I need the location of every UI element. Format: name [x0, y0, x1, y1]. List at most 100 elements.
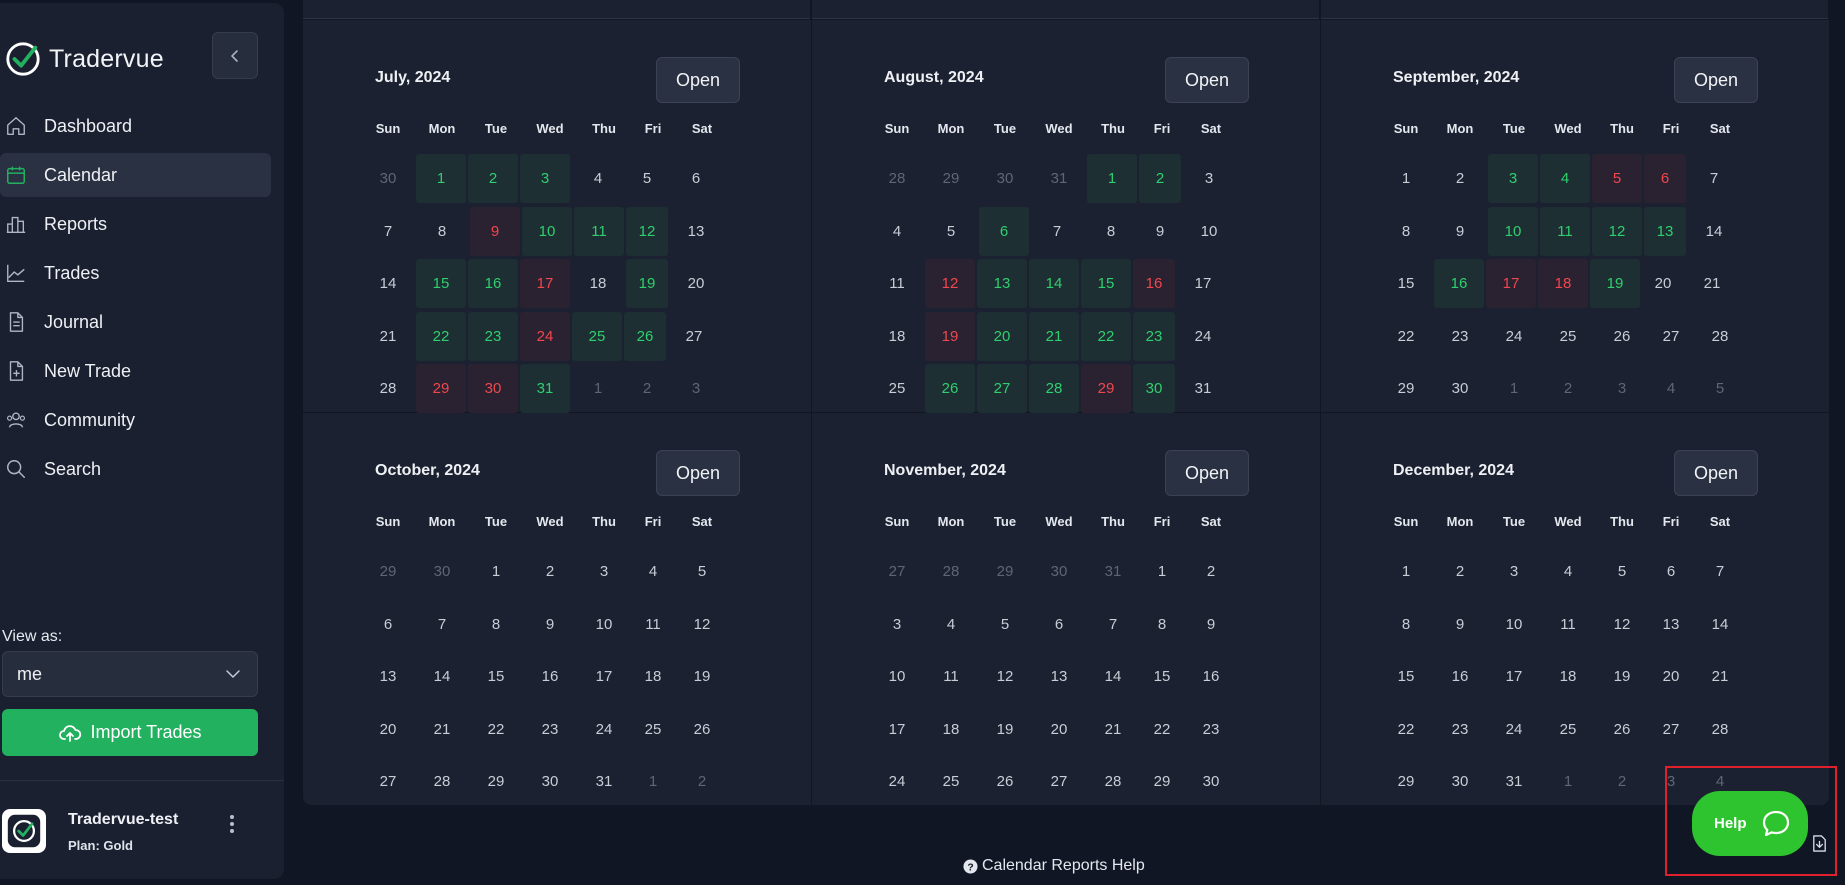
- day-cell-profit[interactable]: 20: [977, 311, 1027, 361]
- day-cell-profit[interactable]: 21: [1029, 311, 1079, 361]
- day-cell-profit[interactable]: 22: [416, 311, 466, 361]
- sidebar-item-trades[interactable]: Trades: [0, 251, 271, 295]
- top-strip: [303, 0, 1845, 19]
- day-cell-profit[interactable]: 13: [977, 259, 1027, 308]
- download-document-icon[interactable]: [1810, 834, 1829, 853]
- day-cell: 14: [1711, 615, 1729, 633]
- user-menu-icon[interactable]: [222, 813, 242, 835]
- sidebar-item-calendar[interactable]: Calendar: [0, 153, 271, 197]
- day-cell-loss[interactable]: 18: [1538, 259, 1588, 308]
- collapse-sidebar-button[interactable]: [212, 32, 258, 79]
- day-cell-loss[interactable]: 9: [470, 206, 520, 256]
- day-cell-loss[interactable]: 16: [1133, 259, 1175, 308]
- day-cell-profit[interactable]: 23: [468, 311, 518, 361]
- day-cell-loss[interactable]: 5: [1592, 154, 1642, 203]
- open-month-button[interactable]: Open: [1165, 57, 1249, 103]
- day-cell-profit[interactable]: 16: [468, 259, 518, 308]
- day-cell-profit[interactable]: 23: [1133, 311, 1175, 361]
- day-cell-loss[interactable]: 30: [468, 364, 518, 413]
- import-trades-button[interactable]: Import Trades: [2, 709, 258, 756]
- sidebar-item-search[interactable]: Search: [0, 447, 271, 491]
- day-cell-profit[interactable]: 12: [626, 206, 668, 256]
- day-cell-loss[interactable]: 12: [925, 259, 975, 308]
- sidebar-item-reports[interactable]: Reports: [0, 202, 271, 246]
- day-cell: 21: [379, 327, 397, 345]
- avatar[interactable]: [2, 809, 46, 853]
- day-cell: 21: [1104, 720, 1122, 738]
- day-cell: 5: [1617, 563, 1627, 580]
- weekday-label: Sat: [691, 121, 713, 136]
- day-cell-profit[interactable]: 14: [1029, 259, 1079, 308]
- day-cell-profit[interactable]: 31: [520, 364, 570, 413]
- day-cell-profit[interactable]: 1: [1087, 154, 1137, 203]
- open-month-button[interactable]: Open: [1674, 450, 1758, 496]
- day-cell-profit[interactable]: 25: [572, 311, 622, 361]
- day-cell-profit[interactable]: 6: [979, 206, 1029, 256]
- day-cell-profit[interactable]: 15: [1081, 259, 1131, 308]
- sidebar-item-dashboard[interactable]: Dashboard: [0, 104, 271, 148]
- day-cell: 21: [1703, 275, 1721, 292]
- day-cell-loss[interactable]: 17: [520, 259, 570, 308]
- day-cell-profit[interactable]: 11: [1540, 206, 1590, 256]
- day-cell-profit[interactable]: 19: [626, 259, 668, 308]
- day-cell-profit[interactable]: 27: [977, 364, 1027, 413]
- day-cell-loss[interactable]: 24: [520, 311, 570, 361]
- day-cell: 3: [1617, 380, 1627, 397]
- day-cell: 18: [1559, 668, 1577, 685]
- day-cell: 25: [644, 720, 662, 738]
- day-cell-profit[interactable]: 28: [1029, 364, 1079, 413]
- day-cell-profit[interactable]: 2: [1139, 154, 1181, 203]
- day-cell: 28: [1104, 773, 1122, 790]
- calendar-reports-help-link[interactable]: ? Calendar Reports Help: [963, 857, 1145, 875]
- month-grid: 29 30 1 2 3 4 5 6 7 8 9 10 11 12 13 14 15 16 17 18 19 20 21 22 2…: [361, 547, 729, 810]
- day-cell-profit[interactable]: 16: [1434, 259, 1484, 308]
- day-cell-profit[interactable]: 15: [416, 259, 466, 308]
- sidebar-item-journal[interactable]: Journal: [0, 300, 271, 344]
- day-cell-profit[interactable]: 12: [1592, 206, 1642, 256]
- weekday-label: Sun: [375, 121, 401, 136]
- day-cell-profit[interactable]: 4: [1540, 154, 1590, 203]
- view-as-select[interactable]: me: [2, 651, 258, 697]
- day-cell-profit[interactable]: 11: [574, 206, 624, 256]
- day-cell-loss[interactable]: 29: [1081, 364, 1131, 413]
- day-cell: 27: [1662, 720, 1680, 738]
- day-cell: 29: [487, 773, 505, 790]
- day-cell-profit[interactable]: 22: [1081, 311, 1131, 361]
- sidebar-item-community[interactable]: Community: [0, 398, 271, 442]
- day-cell-profit[interactable]: 10: [1488, 206, 1538, 256]
- week-row: 18 19 20 21 22 23 24: [870, 311, 1236, 365]
- day-cell: 16: [1451, 668, 1469, 685]
- day-cell-loss[interactable]: 6: [1644, 154, 1686, 203]
- day-cell-loss[interactable]: 19: [925, 311, 975, 361]
- day-cell: 26: [1613, 720, 1631, 738]
- chevron-down-icon: [226, 670, 240, 678]
- day-cell-profit[interactable]: 13: [1644, 206, 1686, 256]
- day-cell-profit[interactable]: 3: [1488, 154, 1538, 203]
- day-cell: 3: [892, 615, 902, 633]
- open-month-button[interactable]: Open: [1165, 450, 1249, 496]
- day-cell-profit[interactable]: 1: [416, 154, 466, 203]
- app-logo[interactable]: Tradervue: [4, 40, 164, 78]
- day-cell: 22: [487, 720, 505, 738]
- sidebar-item-new-trade[interactable]: New Trade: [0, 349, 271, 393]
- day-cell-profit[interactable]: 10: [522, 206, 572, 256]
- day-cell-profit[interactable]: 3: [520, 154, 570, 203]
- day-cell-profit[interactable]: 26: [925, 364, 975, 413]
- day-cell: 29: [942, 170, 960, 187]
- day-cell-profit[interactable]: 26: [624, 311, 666, 361]
- help-widget-button[interactable]: Help: [1692, 791, 1808, 856]
- day-cell: 21: [1711, 668, 1729, 685]
- day-cell-profit[interactable]: 19: [1590, 259, 1640, 308]
- day-cell-loss[interactable]: 17: [1486, 259, 1536, 308]
- day-cell: 13: [687, 222, 705, 240]
- day-cell-loss[interactable]: 29: [416, 364, 466, 413]
- week-row: 20 21 22 23 24 25 26: [361, 705, 729, 758]
- open-month-button[interactable]: Open: [656, 57, 740, 103]
- open-month-button[interactable]: Open: [656, 450, 740, 496]
- user-name: Tradervue-test: [68, 811, 179, 828]
- day-cell: 18: [942, 720, 960, 738]
- day-cell-profit[interactable]: 30: [1133, 364, 1175, 413]
- day-cell-profit[interactable]: 2: [468, 154, 518, 203]
- day-cell: 20: [1654, 275, 1672, 292]
- open-month-button[interactable]: Open: [1674, 57, 1758, 103]
